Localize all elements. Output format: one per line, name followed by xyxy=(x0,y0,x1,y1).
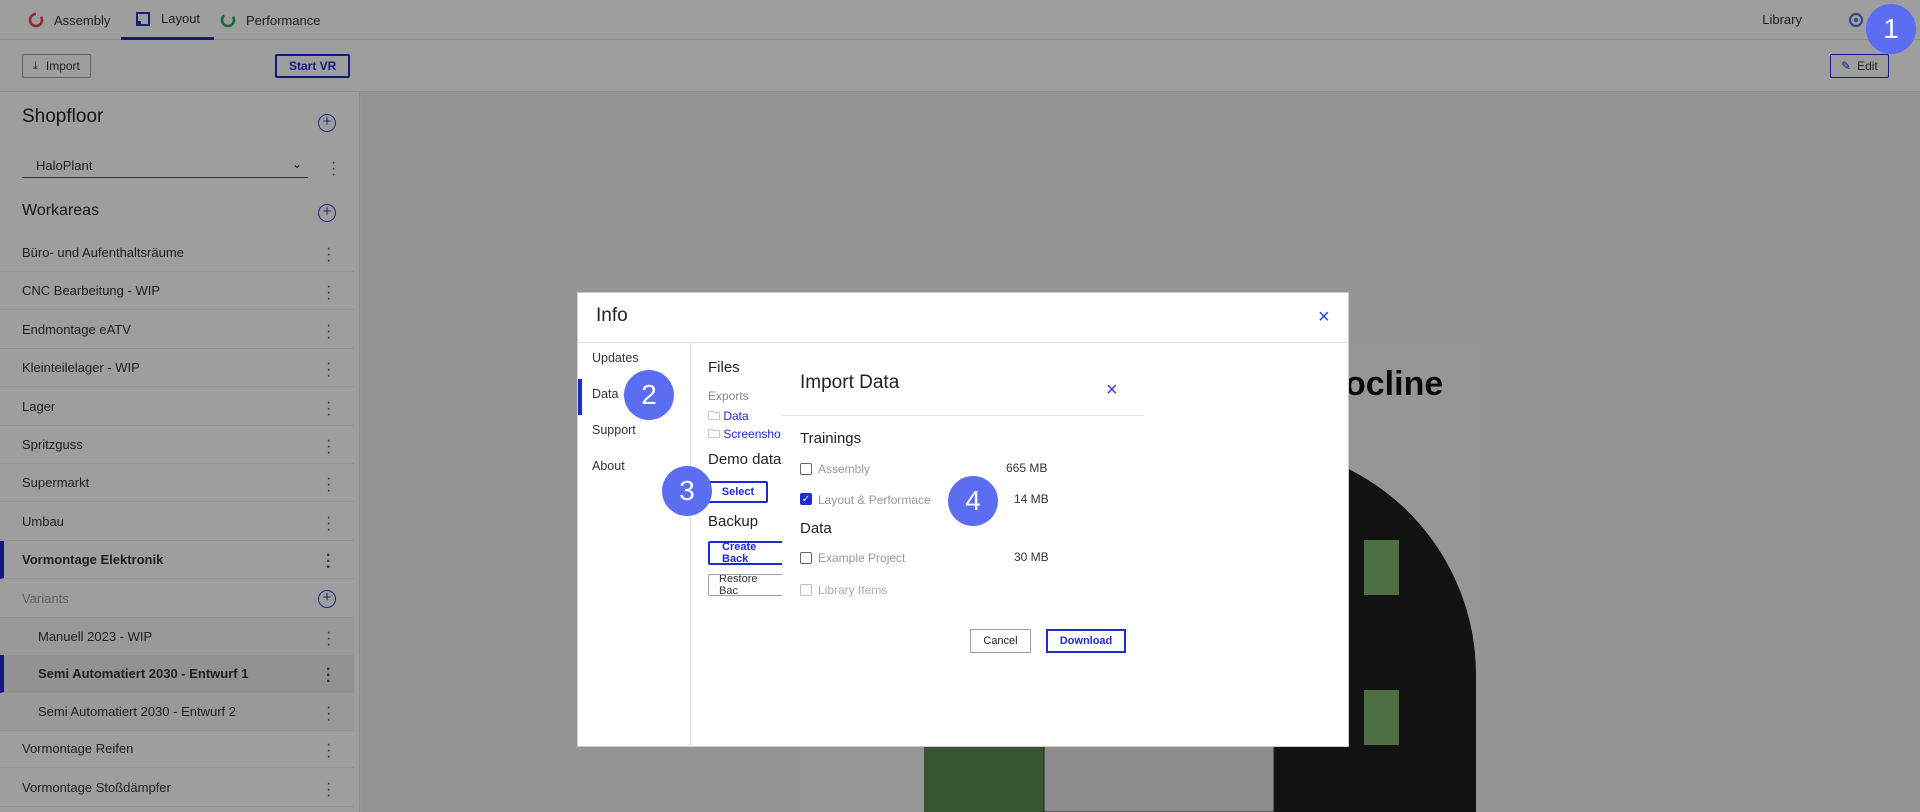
step-badge-2: 2 xyxy=(624,370,674,420)
close-icon[interactable]: × xyxy=(1106,380,1118,400)
checkbox-library-items[interactable] xyxy=(800,584,812,596)
step-badge-1: 1 xyxy=(1866,4,1916,54)
folder-screenshots-link[interactable]: 🗀 Screensho xyxy=(708,425,781,446)
import-dialog-header: Import Data × xyxy=(782,366,1144,416)
files-title: Files xyxy=(708,359,740,376)
checkbox-assembly[interactable] xyxy=(800,463,812,475)
layout-performance-size: 14 MB xyxy=(1014,492,1049,506)
checkbox-layout-performance[interactable]: ✓ xyxy=(800,493,812,505)
info-dialog-title: Info xyxy=(596,305,628,326)
backup-title: Backup xyxy=(708,513,759,530)
assembly-size: 665 MB xyxy=(1006,461,1048,475)
folder-icon: 🗀 xyxy=(708,427,724,441)
demo-data-title: Demo data xyxy=(708,451,782,468)
info-dialog-header: Info × xyxy=(578,293,1348,343)
info-nav-about[interactable]: About xyxy=(592,459,625,473)
exports-label: Exports xyxy=(708,389,749,403)
folder-screenshots-label: Screensho xyxy=(723,427,781,441)
folder-icon: 🗀 xyxy=(708,409,724,423)
trainings-title: Trainings xyxy=(800,430,862,447)
close-icon[interactable]: × xyxy=(1318,307,1330,327)
checkbox-example-project[interactable] xyxy=(800,552,812,564)
example-project-size: 30 MB xyxy=(1014,550,1049,564)
import-dialog-title: Import Data xyxy=(800,372,900,393)
folder-data-label: Data xyxy=(723,409,749,423)
restore-backup-button[interactable]: Restore Bac xyxy=(708,574,788,596)
data-title: Data xyxy=(800,520,832,537)
checkbox-library-items-label: Library Items xyxy=(818,583,888,597)
download-button[interactable]: Download xyxy=(1046,629,1126,653)
info-nav-updates[interactable]: Updates xyxy=(592,351,639,365)
step-badge-4: 4 xyxy=(948,476,998,526)
info-nav-active-indicator xyxy=(578,379,582,415)
info-nav-data[interactable]: Data xyxy=(592,387,618,401)
select-button[interactable]: Select xyxy=(708,481,768,503)
cancel-button[interactable]: Cancel xyxy=(970,629,1031,653)
step-badge-3: 3 xyxy=(662,466,712,516)
checkbox-assembly-label: Assembly xyxy=(818,462,871,476)
checkbox-example-project-label: Example Project xyxy=(818,551,906,565)
info-nav-support[interactable]: Support xyxy=(592,423,636,437)
checkbox-layout-performance-label: Layout & Performace xyxy=(818,493,931,507)
create-backup-button[interactable]: Create Back xyxy=(708,541,788,565)
